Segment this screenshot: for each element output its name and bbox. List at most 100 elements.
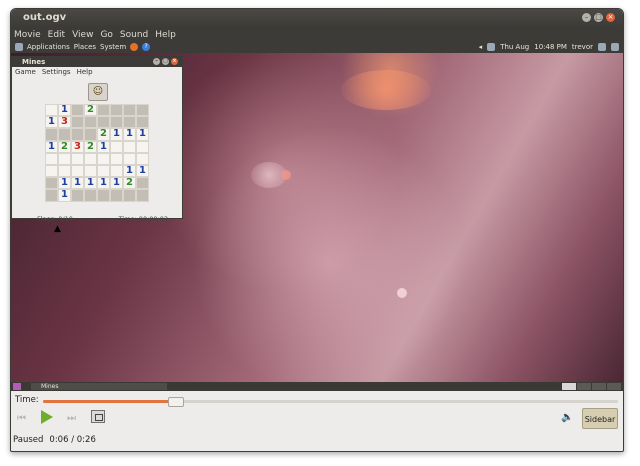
minefield-cell-empty[interactable] — [58, 164, 71, 178]
minefield-cell-covered[interactable] — [71, 116, 84, 129]
minefield-cell-covered[interactable] — [123, 104, 136, 117]
minefield-cell-covered[interactable] — [71, 189, 84, 202]
minefield-cell-number[interactable]: 3 — [58, 116, 71, 129]
minefield-cell-empty[interactable] — [110, 164, 123, 178]
minefield-cell-empty[interactable] — [45, 164, 58, 178]
minefield-cell-empty[interactable] — [45, 104, 58, 117]
panel-applications[interactable]: Applications — [27, 43, 70, 51]
previous-icon[interactable]: ⏮ — [17, 413, 26, 424]
seek-bar[interactable] — [43, 397, 618, 407]
panel-system[interactable]: System — [100, 43, 126, 51]
window-titlebar[interactable]: out.ogv – □ × — [11, 9, 623, 27]
minefield-cell-covered[interactable] — [110, 189, 123, 202]
minefield-cell-covered[interactable] — [123, 116, 136, 129]
minefield-cell-number[interactable]: 1 — [58, 104, 71, 117]
minefield-cell-number[interactable]: 2 — [84, 104, 97, 117]
panel-time[interactable]: 10:48 PM — [534, 43, 567, 51]
workspace-2[interactable] — [577, 383, 591, 390]
minefield-cell-empty[interactable] — [84, 152, 97, 165]
minimize-icon[interactable]: – — [582, 13, 591, 22]
minefield-cell-covered[interactable] — [84, 189, 97, 202]
firefox-icon[interactable] — [130, 43, 139, 51]
volume-icon[interactable]: 🔈 — [561, 412, 573, 423]
power-icon[interactable] — [611, 43, 619, 51]
minefield-cell-covered[interactable] — [136, 104, 149, 117]
minefield-cell-empty[interactable] — [136, 152, 149, 165]
minefield-cell-empty[interactable] — [123, 152, 136, 165]
minefield-cell-empty[interactable] — [97, 164, 110, 178]
mines-menu-settings[interactable]: Settings — [42, 67, 71, 77]
minefield-cell-covered[interactable] — [97, 116, 110, 129]
next-icon[interactable]: ⏭ — [67, 413, 76, 424]
menu-view[interactable]: View — [69, 27, 97, 42]
minefield-cell-empty[interactable] — [84, 164, 97, 178]
menu-help[interactable]: Help — [152, 27, 180, 42]
minefield-cell-empty[interactable] — [45, 152, 58, 165]
show-desktop-icon[interactable] — [13, 383, 21, 390]
menu-movie[interactable]: Movie — [11, 27, 45, 42]
minefield-cell-number[interactable]: 1 — [110, 128, 123, 141]
sidebar-button[interactable]: Sidebar — [582, 408, 618, 429]
taskbar-item-mines[interactable]: Mines — [31, 383, 167, 390]
maximize-icon[interactable]: □ — [594, 13, 603, 22]
minefield-cell-covered[interactable] — [58, 128, 71, 141]
workspace-1[interactable] — [562, 383, 576, 390]
minefield-cell-number[interactable]: 1 — [84, 177, 97, 190]
minefield-cell-empty[interactable] — [123, 140, 136, 153]
minefield-cell-covered[interactable] — [84, 116, 97, 129]
play-icon[interactable] — [41, 410, 53, 424]
mines-menu-help[interactable]: Help — [77, 67, 93, 77]
minefield-cell-empty[interactable] — [58, 152, 71, 165]
volume-icon[interactable]: ◂ — [479, 43, 483, 51]
menu-edit[interactable]: Edit — [45, 27, 69, 42]
minefield-cell-number[interactable]: 2 — [58, 140, 71, 153]
minefield-cell-empty[interactable] — [97, 152, 110, 165]
mines-menu-game[interactable]: Game — [15, 67, 36, 77]
seek-handle[interactable] — [168, 397, 185, 407]
close-icon[interactable]: × — [606, 13, 615, 22]
minefield-cell-number[interactable]: 2 — [123, 177, 136, 190]
minefield-cell-number[interactable]: 1 — [45, 116, 58, 129]
minefield-cell-covered[interactable] — [110, 116, 123, 129]
menu-go[interactable]: Go — [97, 27, 116, 42]
workspace-4[interactable] — [607, 383, 621, 390]
maximize-icon[interactable]: □ — [162, 58, 169, 65]
minefield-cell-covered[interactable] — [45, 189, 58, 202]
minefield-cell-number[interactable]: 1 — [97, 177, 110, 190]
minefield-cell-number[interactable]: 1 — [58, 189, 71, 202]
menu-sound[interactable]: Sound — [117, 27, 152, 42]
minefield-cell-empty[interactable] — [71, 152, 84, 165]
mail-icon[interactable] — [487, 43, 496, 51]
minefield-cell-covered[interactable] — [45, 177, 58, 190]
minefield-cell-covered[interactable] — [97, 104, 110, 117]
minefield-cell-covered[interactable] — [136, 189, 149, 202]
panel-user[interactable]: trevor — [572, 43, 593, 51]
minefield-cell-number[interactable]: 1 — [123, 164, 136, 178]
network-icon[interactable] — [598, 43, 606, 51]
minefield-cell-covered[interactable] — [136, 116, 149, 129]
workspace-3[interactable] — [592, 383, 606, 390]
minefield-cell-number[interactable]: 2 — [84, 140, 97, 153]
minefield-cell-covered[interactable] — [71, 104, 84, 117]
minefield-cell-empty[interactable] — [71, 164, 84, 178]
smiley-face-icon[interactable]: ☺ — [88, 83, 108, 101]
minefield-cell-number[interactable]: 1 — [58, 177, 71, 190]
minefield-cell-number[interactable]: 1 — [97, 140, 110, 153]
minefield-cell-covered[interactable] — [84, 128, 97, 141]
minefield-cell-number[interactable]: 1 — [71, 177, 84, 190]
minefield-cell-empty[interactable] — [136, 140, 149, 153]
minefield-cell-empty[interactable] — [110, 140, 123, 153]
minefield-cell-covered[interactable] — [71, 128, 84, 141]
minefield-cell-empty[interactable] — [110, 152, 123, 165]
minefield-cell-number[interactable]: 2 — [97, 128, 110, 141]
minefield-cell-number[interactable]: 1 — [136, 128, 149, 141]
minefield-cell-number[interactable]: 1 — [110, 177, 123, 190]
close-icon[interactable]: × — [171, 58, 178, 65]
mines-titlebar[interactable]: Mines – □ × — [12, 57, 182, 67]
minimize-icon[interactable]: – — [153, 58, 160, 65]
minefield-cell-covered[interactable] — [136, 177, 149, 190]
minefield-cell-covered[interactable] — [45, 128, 58, 141]
panel-clock[interactable]: Thu Aug — [500, 43, 529, 51]
video-area[interactable]: Applications Places System ? ◂ Thu Aug 1… — [11, 42, 623, 382]
minefield-cell-number[interactable]: 3 — [71, 140, 84, 153]
